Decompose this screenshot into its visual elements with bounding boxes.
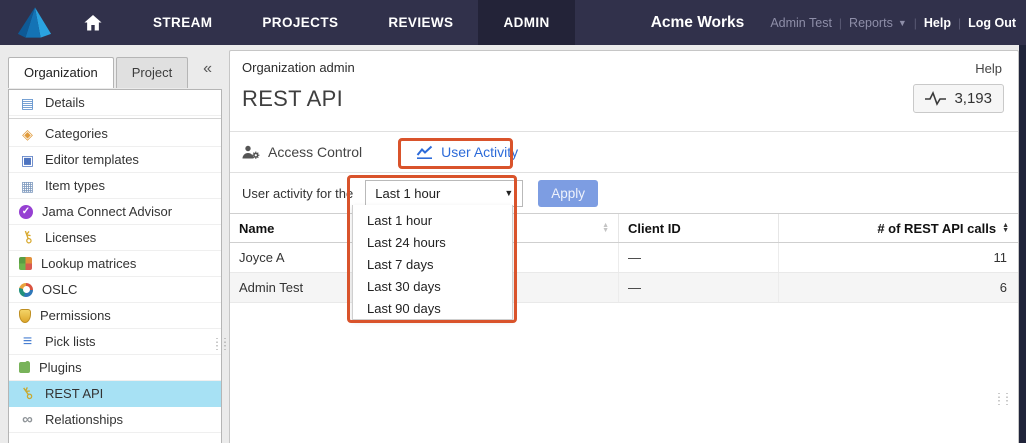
sidebar-item-lookup-matrices[interactable]: Lookup matrices	[9, 251, 221, 277]
oslc-icon	[19, 283, 33, 297]
relationships-icon	[19, 412, 36, 428]
sidebar-item-permissions[interactable]: Permissions	[9, 303, 221, 329]
jama-logo-icon	[16, 6, 52, 39]
tab-access-control-label: Access Control	[268, 144, 362, 160]
home-icon	[84, 15, 102, 31]
nav-separator: |	[839, 16, 842, 30]
content-tabs: Access Control User Activity	[230, 132, 1018, 173]
sidebar-item-list: Details Categories Editor templates Item…	[8, 89, 222, 443]
cell-client-id: —	[619, 243, 779, 272]
activity-filter-row: User activity for the Last 1 hour ▼ Appl…	[230, 173, 1018, 213]
categories-icon	[19, 126, 36, 142]
sidebar-item-item-types[interactable]: Item types	[9, 173, 221, 199]
main-panel: Organization admin Help REST API 3,193	[229, 50, 1019, 443]
sidebar-group-divider	[9, 118, 221, 119]
help-link-navbar[interactable]: Help	[924, 16, 951, 30]
sidebar-item-licenses[interactable]: Licenses	[9, 225, 221, 251]
user-activity-icon	[416, 145, 433, 159]
sidebar-item-details[interactable]: Details	[9, 90, 221, 116]
tab-user-activity[interactable]: User Activity	[416, 144, 518, 160]
filter-label: User activity for the	[242, 186, 353, 201]
pulse-icon	[925, 91, 947, 106]
page-header: Organization admin Help REST API 3,193	[230, 51, 1018, 132]
api-calls-count: 3,193	[954, 90, 992, 107]
tab-user-activity-label: User Activity	[441, 144, 518, 160]
dropdown-option[interactable]: Last 24 hours	[353, 232, 512, 254]
jama-logo-icon[interactable]	[14, 5, 54, 41]
help-link-page[interactable]: Help	[975, 61, 1002, 76]
sort-arrows-icon[interactable]: ▲▼	[1002, 223, 1009, 233]
table-header-row: Name ▲▼ Client ID # of REST API calls ▲▼	[230, 214, 1018, 243]
sidebar-item-pick-lists[interactable]: Pick lists	[9, 329, 221, 355]
background-window-edge	[1019, 45, 1026, 443]
permissions-icon	[19, 309, 31, 323]
sidebar-item-rest-api[interactable]: REST API	[9, 381, 221, 407]
cell-api-calls: 6	[779, 273, 1018, 302]
time-range-selected-value: Last 1 hour	[375, 186, 440, 201]
table-row: Joyce A — 11	[230, 243, 1018, 273]
reports-caret-icon: ▼	[898, 18, 907, 28]
licenses-icon	[19, 230, 36, 246]
nav-separator: |	[958, 16, 961, 30]
top-navbar: STREAMPROJECTSREVIEWSADMIN Acme Works Ad…	[0, 0, 1026, 45]
editor-templates-icon	[19, 152, 36, 168]
advisor-icon	[19, 205, 33, 219]
column-header--of-rest-api-calls[interactable]: # of REST API calls ▲▼	[779, 214, 1018, 242]
details-icon	[19, 95, 36, 111]
nav-item-admin[interactable]: ADMIN	[478, 0, 574, 45]
navbar-right: Acme Works Admin Test | Reports ▼ | Help…	[651, 14, 1016, 32]
time-range-select[interactable]: Last 1 hour ▼	[365, 180, 523, 207]
admin-sidebar: Organization Project « Details Categorie…	[0, 45, 228, 443]
cell-client-id: —	[619, 273, 779, 302]
reports-menu[interactable]: Reports	[849, 16, 893, 30]
lookup-matrices-icon	[19, 257, 32, 270]
breadcrumb: Organization admin	[242, 60, 1006, 75]
plugins-icon	[19, 362, 30, 373]
page-title: REST API	[242, 86, 343, 112]
apply-button[interactable]: Apply	[538, 180, 598, 207]
sort-arrows-icon[interactable]: ▲▼	[602, 223, 609, 233]
sidebar-item-categories[interactable]: Categories	[9, 121, 221, 147]
sidebar-resize-handle[interactable]: ⋮⋮⋮⋮	[212, 341, 228, 349]
dropdown-option[interactable]: Last 1 hour	[353, 210, 512, 232]
time-range-dropdown: Last 1 hourLast 24 hoursLast 7 daysLast …	[352, 205, 513, 320]
home-icon[interactable]	[80, 15, 106, 31]
dropdown-option[interactable]: Last 30 days	[353, 276, 512, 298]
sidebar-item-oslc[interactable]: OSLC	[9, 277, 221, 303]
dropdown-option[interactable]: Last 90 days	[353, 298, 512, 320]
logout-link[interactable]: Log Out	[968, 16, 1016, 30]
sidebar-tabs: Organization Project «	[0, 45, 228, 88]
dropdown-option[interactable]: Last 7 days	[353, 254, 512, 276]
nav-item-projects[interactable]: PROJECTS	[237, 0, 363, 45]
sidebar-item-advisor[interactable]: Jama Connect Advisor	[9, 199, 221, 225]
cell-api-calls: 11	[779, 243, 1018, 272]
current-user-label: Admin Test	[770, 16, 832, 30]
main-resize-handle[interactable]: ⋮⋮⋮⋮	[994, 396, 1010, 404]
tab-organization[interactable]: Organization	[8, 57, 114, 88]
sidebar-item-editor-templates[interactable]: Editor templates	[9, 147, 221, 173]
nav-item-reviews[interactable]: REVIEWS	[363, 0, 478, 45]
tab-access-control[interactable]: Access Control	[242, 144, 362, 160]
pick-lists-icon	[19, 334, 36, 350]
sidebar-item-relationships[interactable]: Relationships	[9, 407, 221, 433]
table-row: Admin Test — 6	[230, 273, 1018, 303]
nav-item-stream[interactable]: STREAM	[128, 0, 237, 45]
primary-nav: STREAMPROJECTSREVIEWSADMIN	[128, 0, 575, 45]
sidebar-collapse-icon[interactable]: «	[203, 60, 212, 78]
tab-project[interactable]: Project	[116, 57, 188, 88]
rest-api-icon	[19, 386, 36, 402]
select-caret-icon: ▼	[504, 188, 513, 198]
table-body: Joyce A — 11 Admin Test — 6	[230, 243, 1018, 303]
company-name: Acme Works	[651, 14, 745, 32]
user-activity-table: Name ▲▼ Client ID # of REST API calls ▲▼…	[230, 213, 1018, 303]
nav-separator: |	[914, 16, 917, 30]
column-header-client-id[interactable]: Client ID	[619, 214, 779, 242]
access-control-icon	[242, 145, 260, 160]
sidebar-item-plugins[interactable]: Plugins	[9, 355, 221, 381]
api-calls-badge: 3,193	[913, 84, 1004, 113]
item-types-icon	[19, 178, 36, 194]
